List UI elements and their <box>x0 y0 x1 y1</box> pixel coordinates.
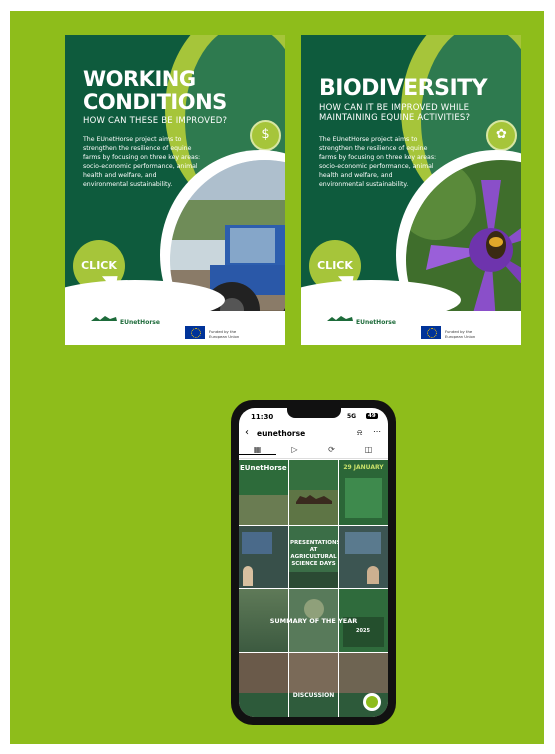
logo-name: EUnetHorse <box>356 319 396 326</box>
post-tile[interactable] <box>239 526 288 588</box>
money-hand-icon: $ <box>250 120 281 151</box>
poster-footer: EUnetHorse Funded by the European Union <box>65 311 285 345</box>
post-grid: EUnetHorse 29 JANUARY PRESENTATIONS AT A… <box>239 460 388 717</box>
post-title: SUMMARY OF THE YEAR <box>269 617 358 625</box>
phone-screen: 11:30 5G 49 ‹ eunethorse ⍾ ⋯ ▦ ▷ ⟳ ◫ EUn… <box>239 408 388 717</box>
post-tile[interactable] <box>339 526 388 588</box>
eu-flag-icon <box>421 326 441 339</box>
logo-name: EUnetHorse <box>120 319 160 326</box>
post-tile[interactable] <box>289 460 338 525</box>
post-tile[interactable] <box>289 653 338 717</box>
post-tile[interactable]: EUnetHorse <box>239 460 288 525</box>
eu-flag-icon <box>185 326 205 339</box>
poster-subtitle: HOW CAN THESE BE IMPROVED? <box>83 116 228 126</box>
funded-text: Funded by the European Union <box>445 329 476 339</box>
post-tile[interactable]: PRESENTATIONS AT AGRICULTURAL SCIENCE DA… <box>289 526 338 588</box>
new-post-button[interactable] <box>363 693 381 711</box>
tab-reposts-icon[interactable]: ⟳ <box>313 445 350 454</box>
tab-tagged-icon[interactable]: ◫ <box>350 445 387 454</box>
poster-footer: EUnetHorse Funded by the European Union <box>301 311 521 345</box>
funded-text: Funded by the European Union <box>209 329 240 339</box>
poster-title-line1: WORKING <box>83 67 196 91</box>
status-signal: 5G <box>347 413 357 420</box>
status-battery: 49 <box>366 413 378 419</box>
more-icon[interactable]: ⋯ <box>373 427 381 436</box>
poster-body: The EUnetHorse project aims to strengthe… <box>319 136 437 188</box>
tab-grid-icon[interactable]: ▦ <box>239 445 276 455</box>
poster-subtitle-line2: MAINTAINING EQUINE ACTIVITIES? <box>319 113 471 123</box>
poster-body: The EUnetHorse project aims to strengthe… <box>83 136 201 188</box>
post-tile[interactable]: 29 JANUARY <box>339 460 388 525</box>
profile-header: ‹ eunethorse ⍾ ⋯ <box>239 426 388 442</box>
horse-logo-icon <box>90 315 118 325</box>
post-tile[interactable] <box>239 653 288 717</box>
post-title: 29 JANUARY <box>343 464 384 471</box>
horse-logo-icon <box>326 315 354 325</box>
post-tile[interactable] <box>339 653 388 717</box>
bell-icon[interactable]: ⍾ <box>357 428 362 438</box>
phone-notch <box>287 408 341 418</box>
profile-tabs: ▦ ▷ ⟳ ◫ <box>239 444 388 459</box>
back-arrow-icon[interactable]: ‹ <box>245 427 249 438</box>
post-title: EUnetHorse <box>240 464 287 472</box>
poster-title-line2: CONDITIONS <box>83 90 227 114</box>
bee-icon: ✿ <box>486 120 517 151</box>
profile-username: eunethorse <box>257 429 306 438</box>
post-year: 2025 <box>356 628 370 634</box>
poster-working-conditions: WORKING CONDITIONS HOW CAN THESE BE IMPR… <box>65 35 285 345</box>
tab-reels-icon[interactable]: ▷ <box>276 445 313 454</box>
poster-biodiversity: BIODIVERSITY HOW CAN IT BE IMPROVED WHIL… <box>301 35 521 345</box>
status-time: 11:30 <box>251 413 274 421</box>
post-title: PRESENTATIONS AT AGRICULTURAL SCIENCE DA… <box>290 540 338 567</box>
phone-mockup: 11:30 5G 49 ‹ eunethorse ⍾ ⋯ ▦ ▷ ⟳ ◫ EUn… <box>231 400 396 725</box>
poster-title-line1: BIODIVERSITY <box>319 76 488 101</box>
